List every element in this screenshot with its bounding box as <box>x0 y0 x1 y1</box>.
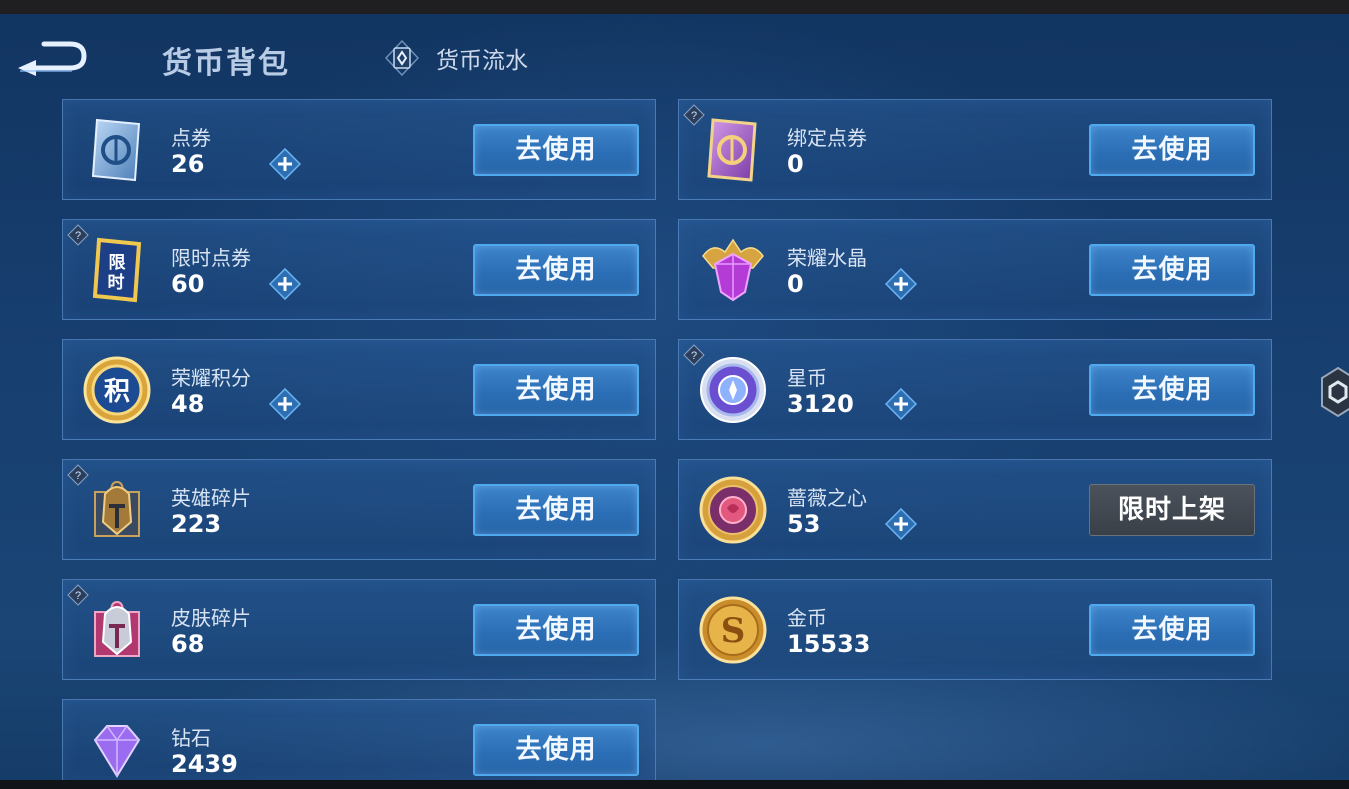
limited-coupon-icon: 限 时 <box>92 237 142 303</box>
currency-amount: 0 <box>787 150 804 178</box>
back-arrow-icon <box>18 41 87 76</box>
currency-card-rose-heart: 蔷薇之心 53 限时上架 <box>678 459 1272 560</box>
currency-amount: 2439 <box>171 750 238 778</box>
currency-name: 荣耀水晶 <box>787 246 867 270</box>
currency-amount: 223 <box>171 510 222 538</box>
currency-name: 荣耀积分 <box>171 366 251 390</box>
rose-heart-icon <box>699 476 767 544</box>
plus-icon[interactable] <box>885 388 917 420</box>
currency-name: 点券 <box>171 126 211 150</box>
currency-name: 绑定点券 <box>787 126 867 150</box>
currency-amount: 26 <box>171 150 205 178</box>
currency-flow-label: 货币流水 <box>436 48 528 74</box>
currency-card-skin-fragment: ? 皮肤碎片 68 去使用 <box>62 579 656 680</box>
bottom-bar <box>0 780 1349 789</box>
skin-fragment-icon <box>94 600 140 657</box>
currency-card-coupon: 点券 26 去使用 <box>62 99 656 200</box>
limited-sale-badge: 限时上架 <box>1089 484 1255 536</box>
currency-amount: 68 <box>171 630 205 658</box>
hero-fragment-icon <box>94 480 140 537</box>
use-button[interactable]: 去使用 <box>473 604 639 656</box>
currency-name: 星币 <box>787 366 827 390</box>
svg-text:时: 时 <box>108 273 125 293</box>
back-button[interactable] <box>14 36 88 76</box>
plus-icon[interactable] <box>885 508 917 540</box>
currency-name: 皮肤碎片 <box>171 606 251 630</box>
star-coin-icon <box>700 357 766 423</box>
use-button[interactable]: 去使用 <box>1089 364 1255 416</box>
currency-card-gold-coin: S 金币 15533 去使用 <box>678 579 1272 680</box>
use-button[interactable]: 去使用 <box>473 124 639 176</box>
currency-card-glory-points: 积 荣耀积分 48 去使用 <box>62 339 656 440</box>
use-button[interactable]: 去使用 <box>473 484 639 536</box>
use-button[interactable]: 去使用 <box>1089 124 1255 176</box>
currency-card-star-coin: ? 星币 3120 去使用 <box>678 339 1272 440</box>
currency-card-bound-coupon: ? 绑定点券 0 去使用 <box>678 99 1272 200</box>
currency-card-limited-coupon: ? 限 时 限时点券 60 去使用 <box>62 219 656 320</box>
plus-icon[interactable] <box>885 268 917 300</box>
currency-amount: 3120 <box>787 390 854 418</box>
svg-text:限: 限 <box>109 253 126 273</box>
points-medal-icon: 积 <box>83 356 151 424</box>
currency-card-diamond: 钻石 2439 去使用 <box>62 699 656 781</box>
use-button[interactable]: 去使用 <box>1089 604 1255 656</box>
use-button[interactable]: 去使用 <box>473 244 639 296</box>
currency-amount: 60 <box>171 270 205 298</box>
currency-flow-link[interactable]: 货币流水 <box>384 38 528 78</box>
currency-amount: 53 <box>787 510 821 538</box>
use-button[interactable]: 去使用 <box>473 364 639 416</box>
crystal-icon <box>702 238 764 302</box>
currency-name: 限时点券 <box>171 246 251 270</box>
coupon-icon <box>91 118 141 182</box>
coin-card-icon <box>384 40 420 76</box>
currency-amount: 48 <box>171 390 205 418</box>
currency-name: 金币 <box>787 606 827 630</box>
currency-card-glory-crystal: 荣耀水晶 0 去使用 <box>678 219 1272 320</box>
diamond-icon <box>93 725 141 778</box>
gold-coin-icon: S <box>699 596 767 664</box>
use-button[interactable]: 去使用 <box>473 724 639 776</box>
hexagon-handle-icon[interactable] <box>1316 366 1349 418</box>
plus-icon[interactable] <box>269 388 301 420</box>
bound-coupon-icon <box>707 118 757 182</box>
plus-icon[interactable] <box>269 268 301 300</box>
currency-amount: 15533 <box>787 630 871 658</box>
currency-name: 英雄碎片 <box>171 486 251 510</box>
svg-text:积: 积 <box>104 377 130 407</box>
plus-icon[interactable] <box>269 148 301 180</box>
use-button[interactable]: 去使用 <box>1089 244 1255 296</box>
currency-name: 钻石 <box>171 726 211 750</box>
top-bar <box>0 0 1349 14</box>
currency-card-hero-fragment: ? 英雄碎片 223 去使用 <box>62 459 656 560</box>
currency-amount: 0 <box>787 270 804 298</box>
currency-name: 蔷薇之心 <box>787 486 867 510</box>
svg-text:S: S <box>721 611 746 651</box>
page-title: 货币背包 <box>162 46 290 81</box>
